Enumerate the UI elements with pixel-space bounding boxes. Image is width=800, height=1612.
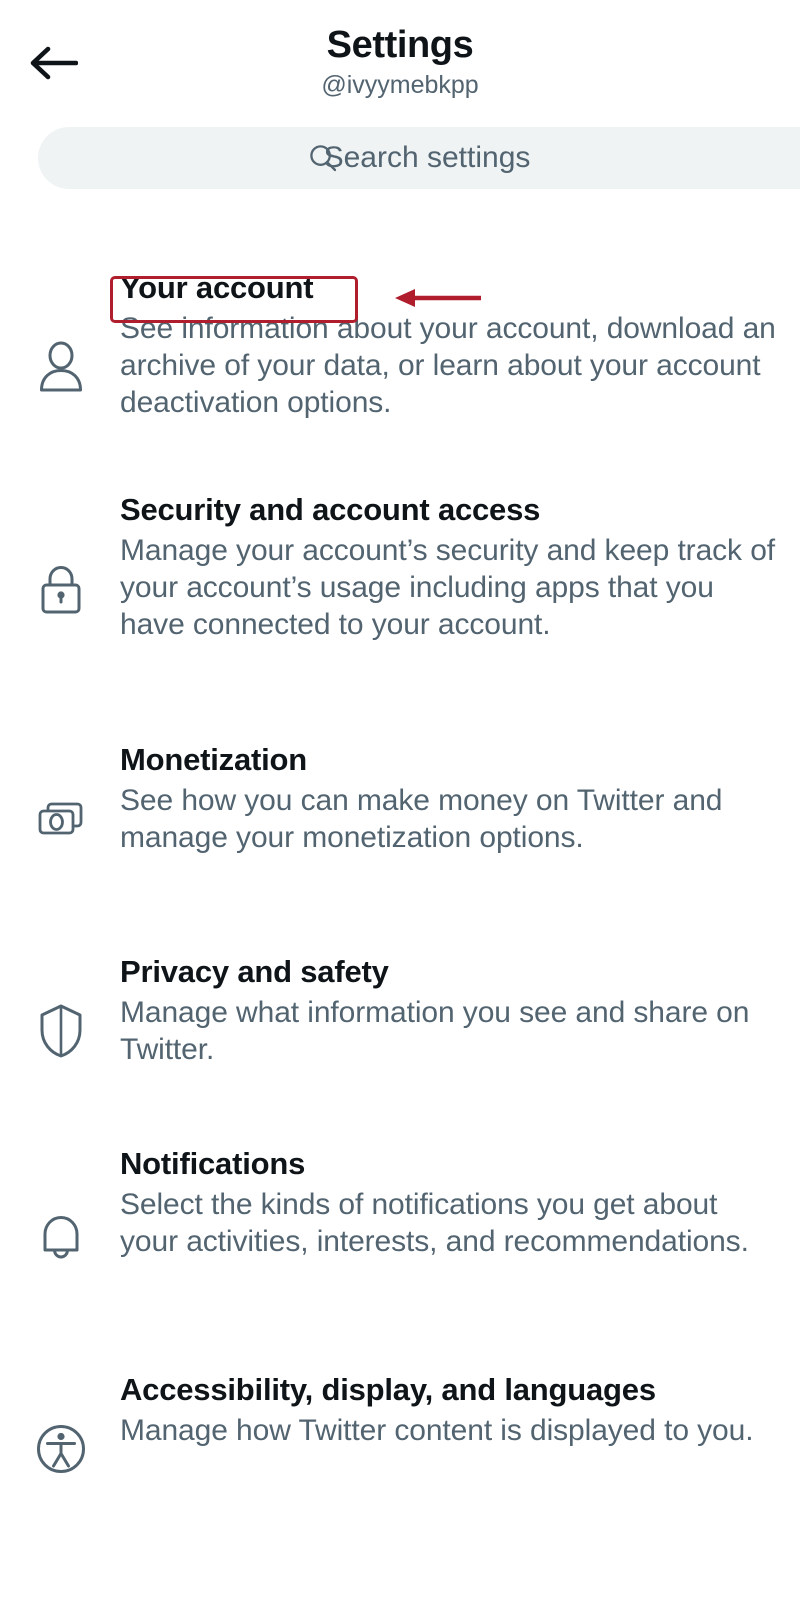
setting-text-your-account: Your account See information about your … <box>120 268 800 421</box>
person-icon <box>30 340 92 394</box>
setting-item-your-account[interactable]: Your account See information about your … <box>0 232 800 472</box>
setting-title: Your account <box>120 270 314 305</box>
header-titles: Settings @ivyymebkpp <box>0 22 800 101</box>
setting-text-security: Security and account access Manage your … <box>120 490 800 643</box>
setting-description: Manage how Twitter content is displayed … <box>120 1414 754 1447</box>
setting-title: Monetization <box>120 742 308 777</box>
search-input[interactable]: Search settings <box>38 127 800 189</box>
settings-screen: Settings @ivyymebkpp Search settings You… <box>0 0 800 1612</box>
setting-text-accessibility: Accessibility, display, and languages Ma… <box>120 1370 800 1449</box>
setting-description: Manage what information you see and shar… <box>120 996 750 1066</box>
header: Settings @ivyymebkpp <box>0 0 800 118</box>
setting-description: Manage your account’s security and keep … <box>120 534 776 641</box>
search-placeholder-text: Search settings <box>323 141 531 174</box>
setting-text-privacy: Privacy and safety Manage what informati… <box>120 952 800 1068</box>
setting-title: Security and account access <box>120 492 541 527</box>
setting-title: Notifications <box>120 1146 306 1181</box>
lock-icon <box>30 562 92 618</box>
setting-item-notifications[interactable]: Notifications Select the kinds of notifi… <box>0 1126 800 1348</box>
setting-title: Privacy and safety <box>120 954 389 989</box>
page-title: Settings <box>326 24 474 66</box>
setting-description: Select the kinds of notifications you ge… <box>120 1188 749 1258</box>
setting-item-accessibility-display-languages[interactable]: Accessibility, display, and languages Ma… <box>0 1348 800 1548</box>
setting-item-privacy-and-safety[interactable]: Privacy and safety Manage what informati… <box>0 930 800 1126</box>
money-icon <box>30 796 92 844</box>
setting-text-notifications: Notifications Select the kinds of notifi… <box>120 1144 800 1260</box>
bell-icon <box>30 1208 92 1264</box>
setting-item-security-and-account-access[interactable]: Security and account access Manage your … <box>0 472 800 720</box>
setting-item-monetization[interactable]: Monetization See how you can make money … <box>0 720 800 930</box>
search-settings-container: Search settings <box>38 127 800 189</box>
setting-description: See how you can make money on Twitter an… <box>120 784 723 854</box>
shield-icon <box>30 1002 92 1060</box>
account-handle: @ivyymebkpp <box>321 71 479 99</box>
setting-title: Accessibility, display, and languages <box>120 1372 656 1407</box>
setting-description: See information about your account, down… <box>120 312 776 419</box>
settings-list: Your account See information about your … <box>0 232 800 1548</box>
accessibility-icon <box>30 1422 92 1476</box>
setting-text-monetization: Monetization See how you can make money … <box>120 740 800 856</box>
